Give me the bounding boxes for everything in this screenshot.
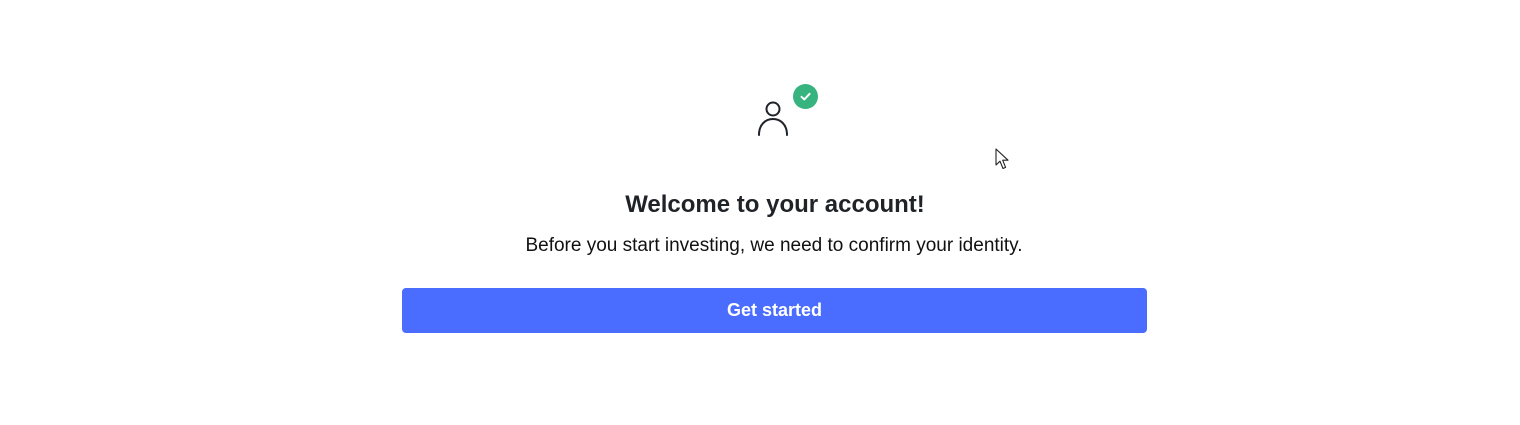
verified-user-illustration [752, 82, 824, 142]
mouse-pointer-icon [995, 148, 1009, 170]
page-subtitle: Before you start investing, we need to c… [525, 235, 1023, 256]
page-title: Welcome to your account! [625, 191, 925, 218]
user-icon [758, 101, 788, 136]
welcome-screen: Welcome to your account! Before you star… [0, 0, 1520, 425]
get-started-button[interactable]: Get started [402, 288, 1147, 333]
check-circle-icon [793, 84, 818, 109]
